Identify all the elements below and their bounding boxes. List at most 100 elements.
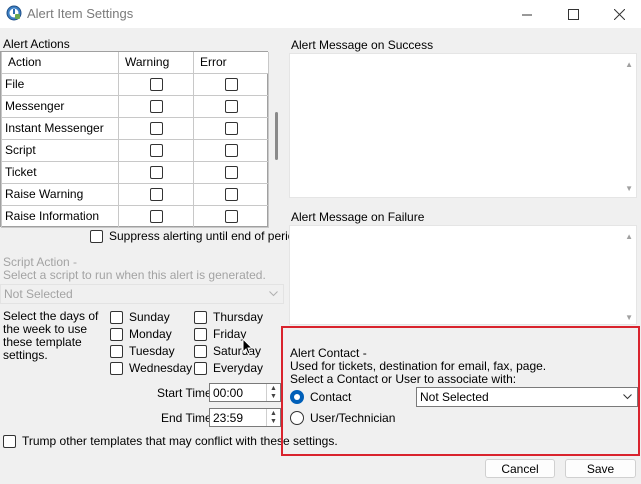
grid-header-row: Action Warning Error — [1, 52, 269, 74]
alert-contact-line1: Used for tickets, destination for email,… — [290, 359, 547, 373]
scroll-up-icon[interactable]: ▲ — [625, 232, 633, 241]
trump-checkbox-box[interactable] — [3, 434, 16, 448]
warning-checkbox[interactable] — [149, 166, 163, 180]
minimize-icon — [521, 14, 532, 15]
error-checkbox[interactable] — [224, 100, 238, 114]
day-checkbox[interactable] — [194, 361, 207, 375]
day-checkbox[interactable] — [110, 361, 123, 375]
day-friday[interactable]: Friday — [194, 327, 246, 341]
day-thursday[interactable]: Thursday — [194, 310, 263, 324]
grid-scrollbar-thumb[interactable] — [275, 112, 278, 160]
table-row: Instant Messenger — [1, 116, 269, 140]
action-name: Ticket — [1, 160, 119, 184]
day-checkbox[interactable] — [194, 344, 207, 358]
contact-radio-dot[interactable] — [290, 390, 304, 404]
table-row: Ticket — [1, 160, 269, 184]
day-tuesday[interactable]: Tuesday — [110, 344, 175, 358]
end-time-value: 23:59 — [213, 410, 244, 425]
user-radio-label: User/Technician — [310, 411, 396, 425]
day-wednesday[interactable]: Wednesday — [110, 361, 192, 375]
error-checkbox[interactable] — [224, 166, 238, 180]
action-name: Messenger — [1, 94, 119, 118]
alert-actions-grid: Action Warning Error File Messenger Inst… — [0, 51, 269, 228]
day-checkbox[interactable] — [110, 327, 123, 341]
error-checkbox[interactable] — [224, 188, 238, 202]
error-checkbox[interactable] — [224, 210, 238, 224]
contact-select[interactable]: Not Selected — [416, 387, 638, 407]
day-label: Wednesday — [129, 361, 193, 375]
day-label: Monday — [129, 327, 172, 341]
chevron-down-icon — [269, 291, 278, 297]
contact-select-value: Not Selected — [420, 390, 489, 404]
alert-actions-label: Alert Actions — [3, 37, 70, 51]
error-checkbox[interactable] — [224, 144, 238, 158]
day-monday[interactable]: Monday — [110, 327, 172, 341]
day-sunday[interactable]: Sunday — [110, 310, 170, 324]
action-name: Raise Information — [1, 204, 119, 228]
start-time-spinner[interactable]: ▲ ▼ — [266, 384, 280, 401]
contact-radio-label: Contact — [310, 390, 352, 404]
day-checkbox[interactable] — [194, 310, 207, 324]
spin-up-icon[interactable]: ▲ — [267, 409, 280, 418]
day-label: Sunday — [129, 310, 170, 324]
end-time-spinner[interactable]: ▲ ▼ — [266, 409, 280, 426]
suppress-checkbox-box[interactable] — [90, 229, 103, 243]
error-checkbox[interactable] — [224, 78, 238, 92]
close-button[interactable] — [596, 0, 641, 28]
minimize-button[interactable] — [504, 0, 550, 28]
script-select[interactable]: Not Selected — [0, 284, 284, 304]
column-header-error[interactable]: Error — [193, 52, 269, 74]
warning-checkbox[interactable] — [149, 122, 163, 136]
spin-down-icon[interactable]: ▼ — [267, 418, 280, 427]
mouse-cursor-icon — [242, 338, 254, 355]
warning-checkbox[interactable] — [149, 144, 163, 158]
schedule-description: Select the days of the week to use these… — [3, 309, 99, 362]
spin-up-icon[interactable]: ▲ — [267, 384, 280, 393]
user-technician-radio[interactable]: User/Technician — [290, 411, 395, 425]
day-label: Everyday — [213, 361, 264, 375]
user-radio-dot[interactable] — [290, 411, 304, 425]
app-icon — [6, 5, 22, 21]
day-checkbox[interactable] — [110, 344, 123, 358]
warning-checkbox[interactable] — [149, 210, 163, 224]
warning-checkbox[interactable] — [149, 188, 163, 202]
success-message-textarea[interactable]: ▲ ▼ — [289, 53, 637, 198]
alert-contact-line2: Select a Contact or User to associate wi… — [290, 372, 517, 386]
failure-message-textarea[interactable]: ▲ ▼ — [289, 225, 637, 325]
action-name: File — [1, 72, 119, 96]
suppress-label: Suppress alerting until end of period — [109, 229, 302, 243]
action-name: Script — [1, 138, 119, 162]
column-header-action[interactable]: Action — [1, 52, 119, 74]
table-row: Messenger — [1, 94, 269, 118]
script-select-value: Not Selected — [4, 287, 73, 301]
warning-checkbox[interactable] — [149, 78, 163, 92]
spin-down-icon[interactable]: ▼ — [267, 393, 280, 402]
scroll-down-icon[interactable]: ▼ — [625, 313, 633, 322]
action-name: Raise Warning — [1, 182, 119, 206]
suppress-alerting-checkbox[interactable]: Suppress alerting until end of period — [90, 229, 301, 243]
column-header-warning[interactable]: Warning — [118, 52, 194, 74]
chevron-down-icon — [623, 394, 632, 400]
save-button[interactable]: Save — [565, 459, 636, 478]
warning-checkbox[interactable] — [149, 100, 163, 114]
day-everyday[interactable]: Everyday — [194, 361, 263, 375]
day-label: Thursday — [213, 310, 264, 324]
script-action-description: Select a script to run when this alert i… — [3, 268, 266, 282]
scroll-up-icon[interactable]: ▲ — [625, 60, 633, 69]
table-row: Script — [1, 138, 269, 162]
end-time-input[interactable]: 23:59 ▲ ▼ — [209, 408, 281, 427]
error-checkbox[interactable] — [224, 122, 238, 136]
scroll-down-icon[interactable]: ▼ — [625, 184, 633, 193]
contact-radio[interactable]: Contact — [290, 390, 351, 404]
start-time-input[interactable]: 00:00 ▲ ▼ — [209, 383, 281, 402]
close-icon — [613, 8, 625, 20]
table-row: Raise Information — [1, 204, 269, 228]
script-action-title: Script Action - — [3, 255, 78, 269]
day-checkbox[interactable] — [110, 310, 123, 324]
day-checkbox[interactable] — [194, 327, 207, 341]
start-time-value: 00:00 — [213, 385, 244, 400]
failure-message-label: Alert Message on Failure — [291, 210, 425, 224]
maximize-button[interactable] — [550, 0, 596, 28]
start-time-label: Start Time — [157, 386, 212, 400]
cancel-button[interactable]: Cancel — [485, 459, 555, 478]
